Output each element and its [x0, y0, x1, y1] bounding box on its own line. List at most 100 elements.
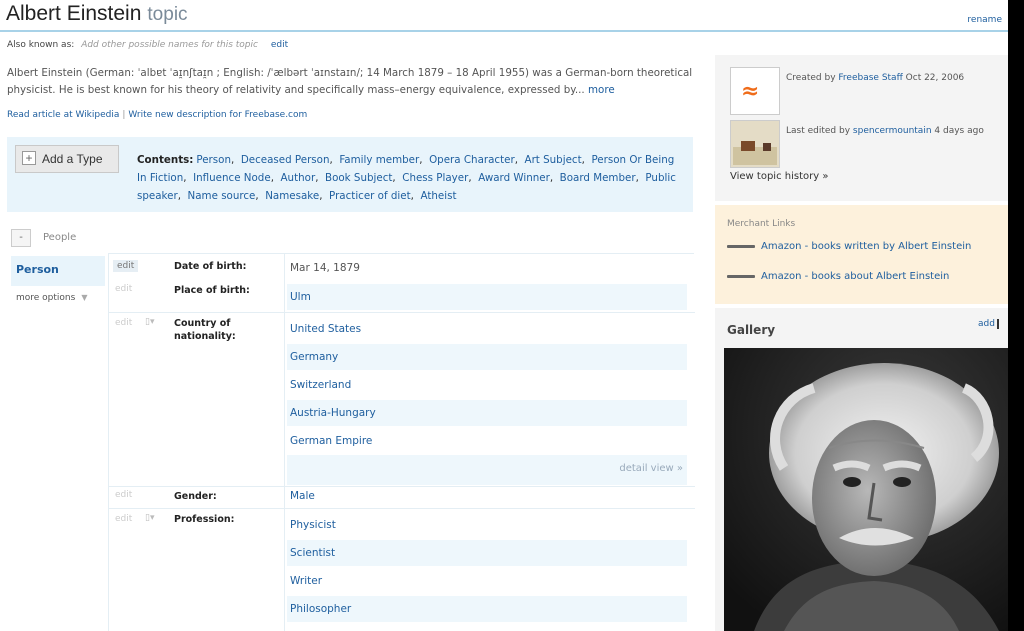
merchant-link-icon: [727, 244, 755, 248]
edit-profession[interactable]: edit: [115, 514, 132, 524]
type-link[interactable]: Family member: [339, 154, 419, 166]
read-wikipedia-link[interactable]: Read article at Wikipedia: [7, 110, 119, 120]
add-type-button[interactable]: + Add a Type: [15, 145, 119, 173]
gallery-photo[interactable]: [724, 348, 1008, 631]
type-separator: ,: [549, 172, 560, 184]
value-profession-3[interactable]: Writer: [287, 568, 687, 594]
page-title: Albert Einstein topic: [6, 2, 188, 26]
merchant-link-about[interactable]: Amazon - books about Albert Einstein: [727, 271, 949, 282]
topic-header: Albert Einstein topic rename: [0, 0, 1008, 32]
type-link[interactable]: Author: [281, 172, 316, 184]
type-link[interactable]: Namesake: [265, 190, 319, 202]
more-options-dropdown[interactable]: more options ▼: [11, 286, 105, 310]
value-profession-4[interactable]: Philosopher: [287, 596, 687, 622]
merchant-link-icon: [727, 274, 755, 278]
type-link[interactable]: Practicer of diet: [329, 190, 411, 202]
description-links: Read article at Wikipedia | Write new desc…: [7, 110, 307, 120]
created-by-link[interactable]: Freebase Staff: [838, 73, 902, 83]
topic-name: Albert Einstein: [6, 2, 142, 25]
type-separator: ,: [392, 172, 403, 184]
label-date-of-birth: Date of birth:: [174, 261, 247, 272]
type-link[interactable]: Art Subject: [525, 154, 582, 166]
type-separator: ,: [255, 190, 266, 202]
type-separator: ,: [329, 154, 340, 166]
type-link[interactable]: Name source: [188, 190, 256, 202]
type-separator: ,: [270, 172, 281, 184]
value-place-of-birth[interactable]: Ulm: [287, 284, 687, 310]
type-separator: ,: [419, 154, 430, 166]
type-separator: ,: [468, 172, 479, 184]
type-link[interactable]: Atheist: [420, 190, 456, 202]
value-gender[interactable]: Male: [287, 483, 687, 509]
type-link[interactable]: Opera Character: [429, 154, 515, 166]
people-section-header: - People: [11, 229, 76, 247]
view-history-link[interactable]: View topic history »: [730, 171, 828, 182]
chevron-down-icon[interactable]: ▯▾: [145, 513, 154, 523]
type-nav-person[interactable]: Person: [11, 256, 105, 286]
value-profession-2[interactable]: Scientist: [287, 540, 687, 566]
type-separator: ,: [514, 154, 525, 166]
editor-avatar-icon[interactable]: [730, 120, 780, 168]
collapse-toggle[interactable]: -: [11, 229, 31, 247]
type-separator: ,: [315, 172, 326, 184]
edit-nationality[interactable]: edit: [115, 318, 132, 328]
section-label: People: [43, 232, 77, 243]
type-link[interactable]: Deceased Person: [241, 154, 330, 166]
type-link[interactable]: Board Member: [560, 172, 636, 184]
value-nationality-2[interactable]: Germany: [287, 344, 687, 370]
edit-date-of-birth[interactable]: edit: [113, 260, 139, 272]
type-separator: ,: [230, 154, 241, 166]
rename-link[interactable]: rename: [967, 15, 1002, 25]
label-profession: Profession:: [174, 514, 235, 525]
type-list: Person, Deceased Person, Family member, …: [137, 154, 676, 202]
value-nationality-3[interactable]: Switzerland: [287, 372, 687, 398]
edit-gender[interactable]: edit: [115, 490, 132, 500]
gallery-heading: Gallery: [727, 323, 776, 337]
gallery-add-link[interactable]: add: [978, 319, 999, 329]
label-gender: Gender:: [174, 491, 217, 502]
value-profession-1[interactable]: Physicist: [287, 512, 687, 538]
topic-kind: topic: [147, 4, 188, 25]
merchant-links: Merchant Links Amazon - books written by…: [715, 205, 1008, 304]
chevron-down-icon: ▼: [81, 293, 88, 302]
aka-edit-link[interactable]: edit: [271, 40, 288, 50]
column-divider: [284, 254, 285, 631]
also-known-as: Also known as: Add other possible names …: [7, 40, 288, 50]
write-description-link[interactable]: Write new description for Freebase.com: [128, 110, 307, 120]
type-link[interactable]: Person: [196, 154, 231, 166]
type-link[interactable]: Award Winner: [478, 172, 550, 184]
contents-label: Contents:: [137, 154, 194, 166]
last-edited: Last edited by spencermountain 4 days ag…: [786, 126, 984, 136]
topic-description: Albert Einstein (German: ˈalbɐt ˈaɪ̯nʃta…: [7, 65, 697, 99]
add-type-label: Add a Type: [42, 152, 103, 166]
sidebar: ≈ Created by Freebase Staff Oct 22, 2006…: [715, 55, 1008, 631]
type-link[interactable]: Chess Player: [402, 172, 468, 184]
row-divider: [109, 508, 695, 509]
freebase-logo-icon: ≈: [730, 67, 780, 115]
topic-meta: ≈ Created by Freebase Staff Oct 22, 2006…: [715, 55, 1008, 201]
value-nationality-1[interactable]: United States: [287, 316, 687, 342]
type-separator: ,: [635, 172, 646, 184]
merchant-link-label: Amazon - books written by Albert Einstei…: [761, 241, 972, 252]
type-link[interactable]: Influence Node: [193, 172, 271, 184]
aka-placeholder[interactable]: Add other possible names for this topic: [81, 40, 258, 50]
gallery: Gallery add: [715, 308, 1008, 631]
types-panel: + Add a Type Contents: Person, Deceased P…: [7, 137, 693, 212]
edited-prefix: Last edited by: [786, 126, 851, 136]
value-nationality-5[interactable]: German Empire: [287, 428, 687, 454]
merchant-heading: Merchant Links: [727, 219, 796, 229]
more-options-label: more options: [16, 293, 76, 303]
created-date: Oct 22, 2006: [905, 73, 965, 83]
description-more-link[interactable]: more: [588, 84, 615, 96]
edited-by-link[interactable]: spencermountain: [853, 126, 932, 136]
chevron-down-icon[interactable]: ▯▾: [145, 317, 154, 327]
topic-page: Albert Einstein topic rename Also known a…: [0, 0, 1008, 631]
label-place-of-birth: Place of birth:: [174, 285, 250, 296]
detail-view-link[interactable]: detail view »: [287, 455, 687, 485]
type-link[interactable]: Book Subject: [325, 172, 392, 184]
created-by: Created by Freebase Staff Oct 22, 2006: [786, 73, 964, 83]
edit-place-of-birth[interactable]: edit: [115, 284, 132, 294]
label-nationality: Country of nationality:: [174, 318, 236, 342]
merchant-link-written-by[interactable]: Amazon - books written by Albert Einstei…: [727, 241, 971, 252]
value-nationality-4[interactable]: Austria-Hungary: [287, 400, 687, 426]
